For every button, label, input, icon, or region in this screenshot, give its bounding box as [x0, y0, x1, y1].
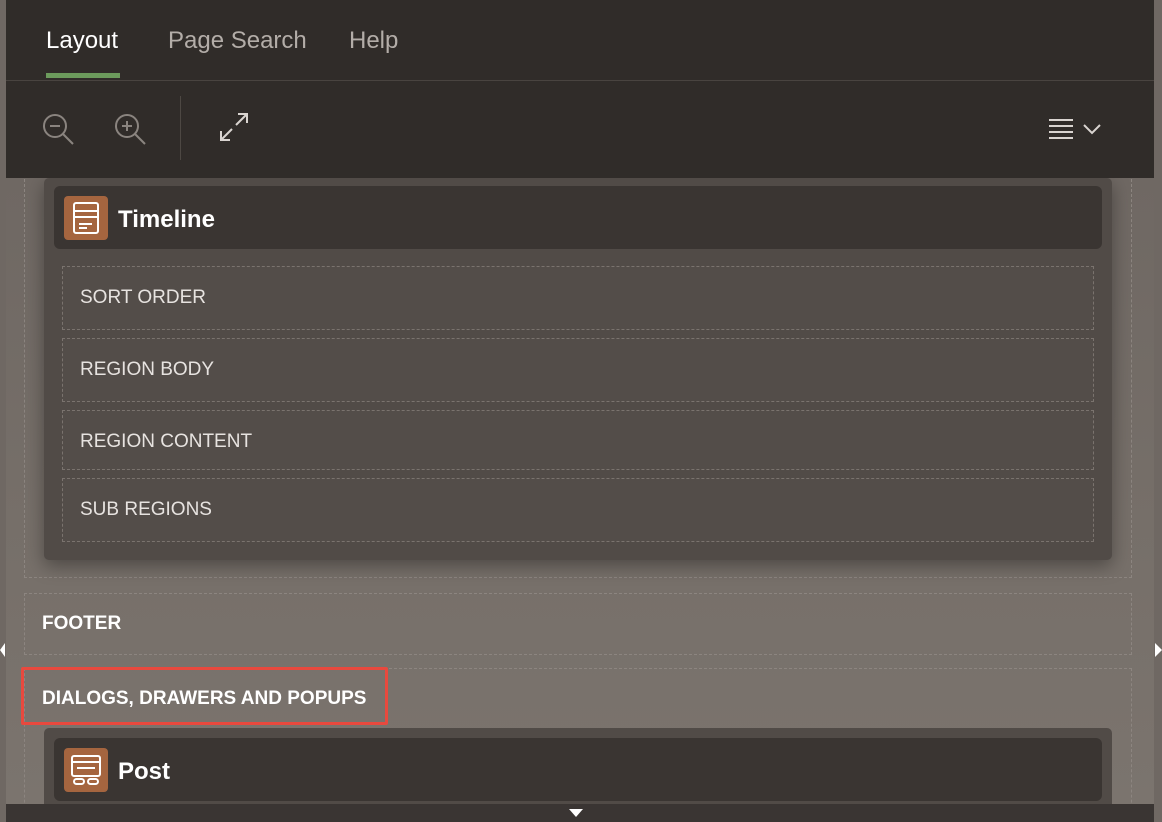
collapse-arrow-icon[interactable]: [569, 809, 583, 817]
right-panel-toggle-icon[interactable]: [1155, 643, 1162, 657]
menu-icon[interactable]: [1048, 117, 1076, 146]
slot-label: REGION BODY: [80, 359, 215, 380]
slot-sort-order[interactable]: SORT ORDER: [62, 266, 1094, 330]
slot-sub-regions[interactable]: SUB REGIONS: [62, 478, 1094, 542]
section-footer-label: FOOTER: [42, 613, 122, 634]
chevron-down-icon[interactable]: [1082, 122, 1102, 141]
section-footer[interactable]: FOOTER: [24, 593, 1132, 655]
highlight-box: [21, 667, 388, 725]
active-tab-indicator: [46, 73, 120, 78]
expand-icon[interactable]: [218, 111, 250, 148]
right-frame: [1154, 0, 1162, 822]
tab-help[interactable]: Help: [349, 27, 398, 55]
slot-label: SORT ORDER: [80, 287, 206, 308]
zoom-in-icon[interactable]: [112, 111, 148, 152]
slot-region-body[interactable]: REGION BODY: [62, 338, 1094, 402]
tab-layout[interactable]: Layout: [46, 27, 118, 55]
tab-page-search[interactable]: Page Search: [168, 27, 307, 55]
toolbar-separator: [180, 96, 181, 160]
slot-label: SUB REGIONS: [80, 499, 212, 520]
bottom-splitter[interactable]: [6, 804, 1154, 822]
region-icon: [64, 196, 108, 240]
post-region-title: Post: [118, 758, 171, 785]
slot-region-content[interactable]: REGION CONTENT: [62, 410, 1094, 470]
tab-bar: Layout Page Search Help: [6, 0, 1154, 81]
post-region-header[interactable]: Post: [54, 738, 1102, 801]
dialog-region-icon: [64, 748, 108, 792]
layout-canvas: Timeline SORT ORDER REGION BODY REGION C…: [6, 178, 1154, 804]
timeline-region-title: Timeline: [118, 206, 215, 233]
layout-toolbar: [6, 81, 1154, 178]
slot-label: REGION CONTENT: [80, 431, 253, 452]
left-panel-toggle-icon[interactable]: [0, 643, 5, 657]
timeline-region-header[interactable]: Timeline: [54, 186, 1102, 249]
zoom-out-icon[interactable]: [40, 111, 76, 152]
